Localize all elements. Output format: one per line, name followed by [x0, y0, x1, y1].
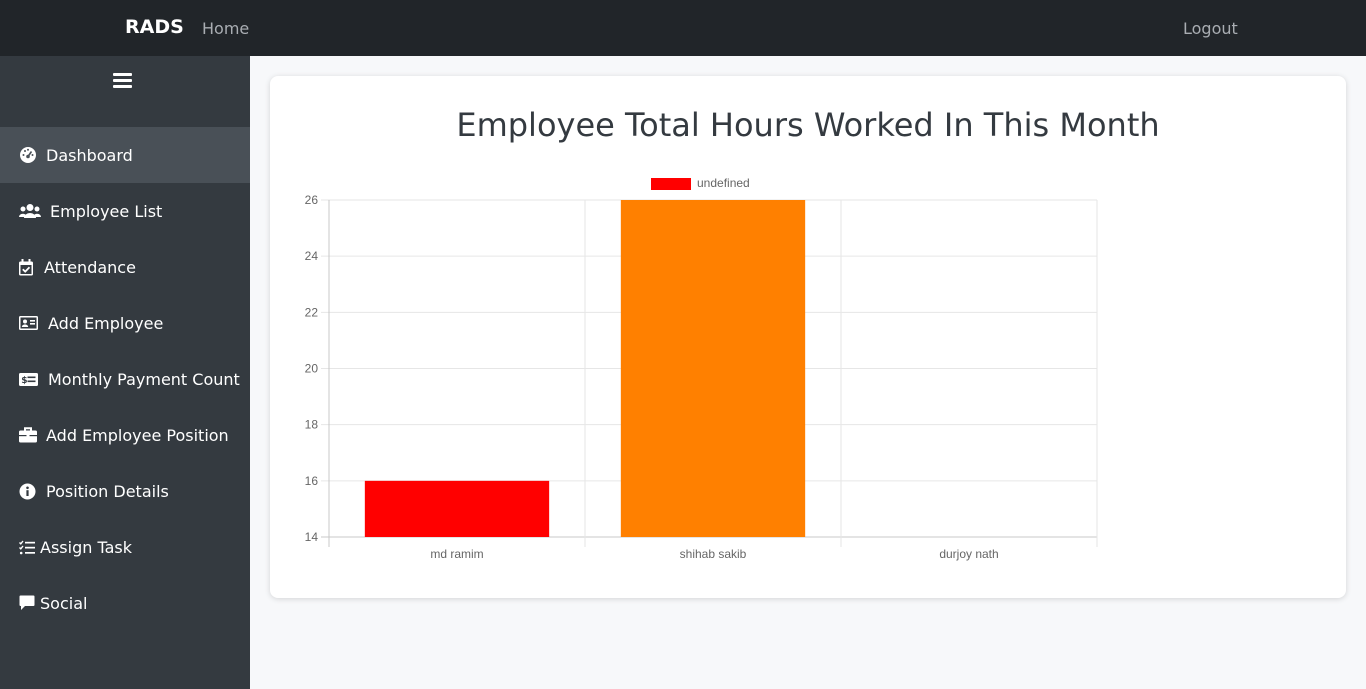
- top-navbar: RADS Home Logout: [0, 0, 1366, 56]
- y-tick-label: 20: [305, 362, 319, 376]
- y-tick-label: 22: [305, 305, 319, 319]
- info-circle-icon: [19, 482, 41, 500]
- y-tick-label: 18: [305, 418, 319, 432]
- y-tick-label: 24: [305, 249, 319, 263]
- sidebar-item-label: Monthly Payment Count: [48, 369, 240, 389]
- task-list-icon: [19, 538, 36, 556]
- sidebar-item-label: Employee List: [50, 201, 163, 221]
- sidebar-item-label: Position Details: [46, 481, 169, 501]
- hours-bar-chart: 14 16 18 20 22 24 26 md ramim shihab sakib durjoy…: [290, 170, 1110, 570]
- dashboard-icon: [19, 146, 41, 164]
- briefcase-icon: [19, 426, 41, 444]
- sidebar-item-add-employee[interactable]: Add Employee: [0, 295, 250, 351]
- sidebar-item-dashboard[interactable]: Dashboard: [0, 127, 250, 183]
- sidebar-item-monthly-payment-count[interactable]: $ Monthly Payment Count: [0, 351, 250, 407]
- sidebar-item-label: Assign Task: [40, 537, 132, 557]
- nav-logout-link[interactable]: Logout: [1183, 19, 1238, 38]
- x-tick-label: md ramim: [430, 547, 483, 561]
- sidebar-item-assign-task[interactable]: Assign Task: [0, 519, 250, 575]
- sidebar-item-social[interactable]: Social: [0, 575, 250, 631]
- y-tick-label: 14: [305, 530, 319, 544]
- sidebar-item-employee-list[interactable]: Employee List: [0, 183, 250, 239]
- id-card-icon: [19, 314, 43, 332]
- y-tick-label: 26: [305, 193, 319, 207]
- bar: [620, 200, 806, 537]
- sidebar-item-label: Dashboard: [46, 145, 133, 165]
- sidebar-item-add-employee-position[interactable]: Add Employee Position: [0, 407, 250, 463]
- sidebar-item-label: Social: [40, 593, 88, 613]
- sidebar-item-label: Add Employee Position: [46, 425, 229, 445]
- nav-home-link[interactable]: Home: [202, 19, 249, 38]
- hamburger-menu-icon[interactable]: [113, 73, 132, 89]
- brand-link[interactable]: RADS: [125, 16, 184, 38]
- sidebar-item-label: Add Employee: [48, 313, 164, 333]
- money-bill-icon: $: [19, 370, 43, 388]
- legend-label: undefined: [697, 176, 750, 190]
- svg-text:$: $: [21, 376, 27, 386]
- calendar-check-icon: [19, 258, 39, 276]
- sidebar: Dashboard Employee List Attendance Add E…: [0, 56, 250, 689]
- legend-swatch: [651, 178, 691, 190]
- y-tick-label: 16: [305, 474, 319, 488]
- users-icon: [19, 202, 45, 220]
- page-title: Employee Total Hours Worked In This Mont…: [456, 106, 1160, 144]
- sidebar-item-position-details[interactable]: Position Details: [0, 463, 250, 519]
- comment-icon: [19, 594, 36, 612]
- chart-svg: 14 16 18 20 22 24 26 md ramim shihab sakib durjoy…: [305, 176, 1098, 561]
- sidebar-item-label: Attendance: [44, 257, 136, 277]
- sidebar-item-attendance[interactable]: Attendance: [0, 239, 250, 295]
- x-tick-label: durjoy nath: [939, 547, 998, 561]
- sidebar-menu: Dashboard Employee List Attendance Add E…: [0, 127, 250, 631]
- x-tick-label: shihab sakib: [680, 547, 747, 561]
- bar: [364, 480, 550, 537]
